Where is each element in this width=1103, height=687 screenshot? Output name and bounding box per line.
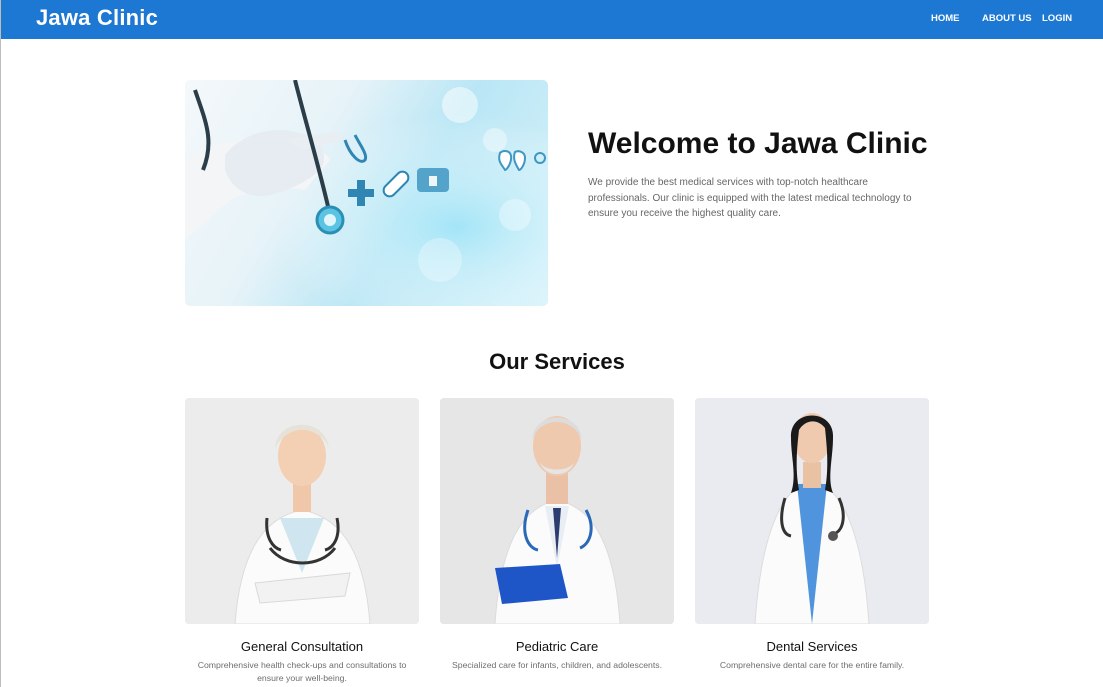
nav-about-link[interactable]: ABOUT US	[982, 13, 1032, 24]
service-card[interactable]: Dental Services Comprehensive dental car…	[695, 398, 929, 672]
medical-technology-photo	[185, 80, 548, 306]
service-description: Comprehensive dental care for the entire…	[719, 660, 905, 670]
doctor-photo	[185, 398, 419, 624]
doctor-photo	[695, 398, 929, 624]
doctor-photo	[440, 398, 674, 624]
hero-text-block: Welcome to Jawa Clinic We provide the be…	[588, 126, 928, 222]
female-doctor-icon	[185, 398, 419, 624]
service-title: Pediatric Care	[515, 639, 599, 654]
hero-title: Welcome to Jawa Clinic	[588, 127, 928, 160]
service-title: General Consultation	[240, 639, 364, 654]
service-description: Specialized care for infants, children, …	[451, 660, 663, 670]
brand-logo[interactable]: Jawa Clinic	[36, 5, 158, 31]
nav-home-link[interactable]: HOME	[931, 13, 960, 24]
male-doctor-icon	[440, 398, 674, 624]
service-card[interactable]: General Consultation Comprehensive healt…	[185, 398, 419, 685]
female-dentist-icon	[695, 398, 929, 624]
service-card[interactable]: Pediatric Care Specialized care for infa…	[440, 398, 674, 672]
service-description: Comprehensive health check-ups and consu…	[197, 660, 407, 683]
hero-description: We provide the best medical services wit…	[588, 177, 912, 219]
services-title: Our Services	[489, 349, 625, 374]
service-title: Dental Services	[766, 639, 858, 654]
navbar: Jawa Clinic HOME ABOUT US LOGIN	[1, 0, 1103, 39]
nav-login-link[interactable]: LOGIN	[1042, 13, 1072, 24]
hero-image	[185, 80, 548, 306]
